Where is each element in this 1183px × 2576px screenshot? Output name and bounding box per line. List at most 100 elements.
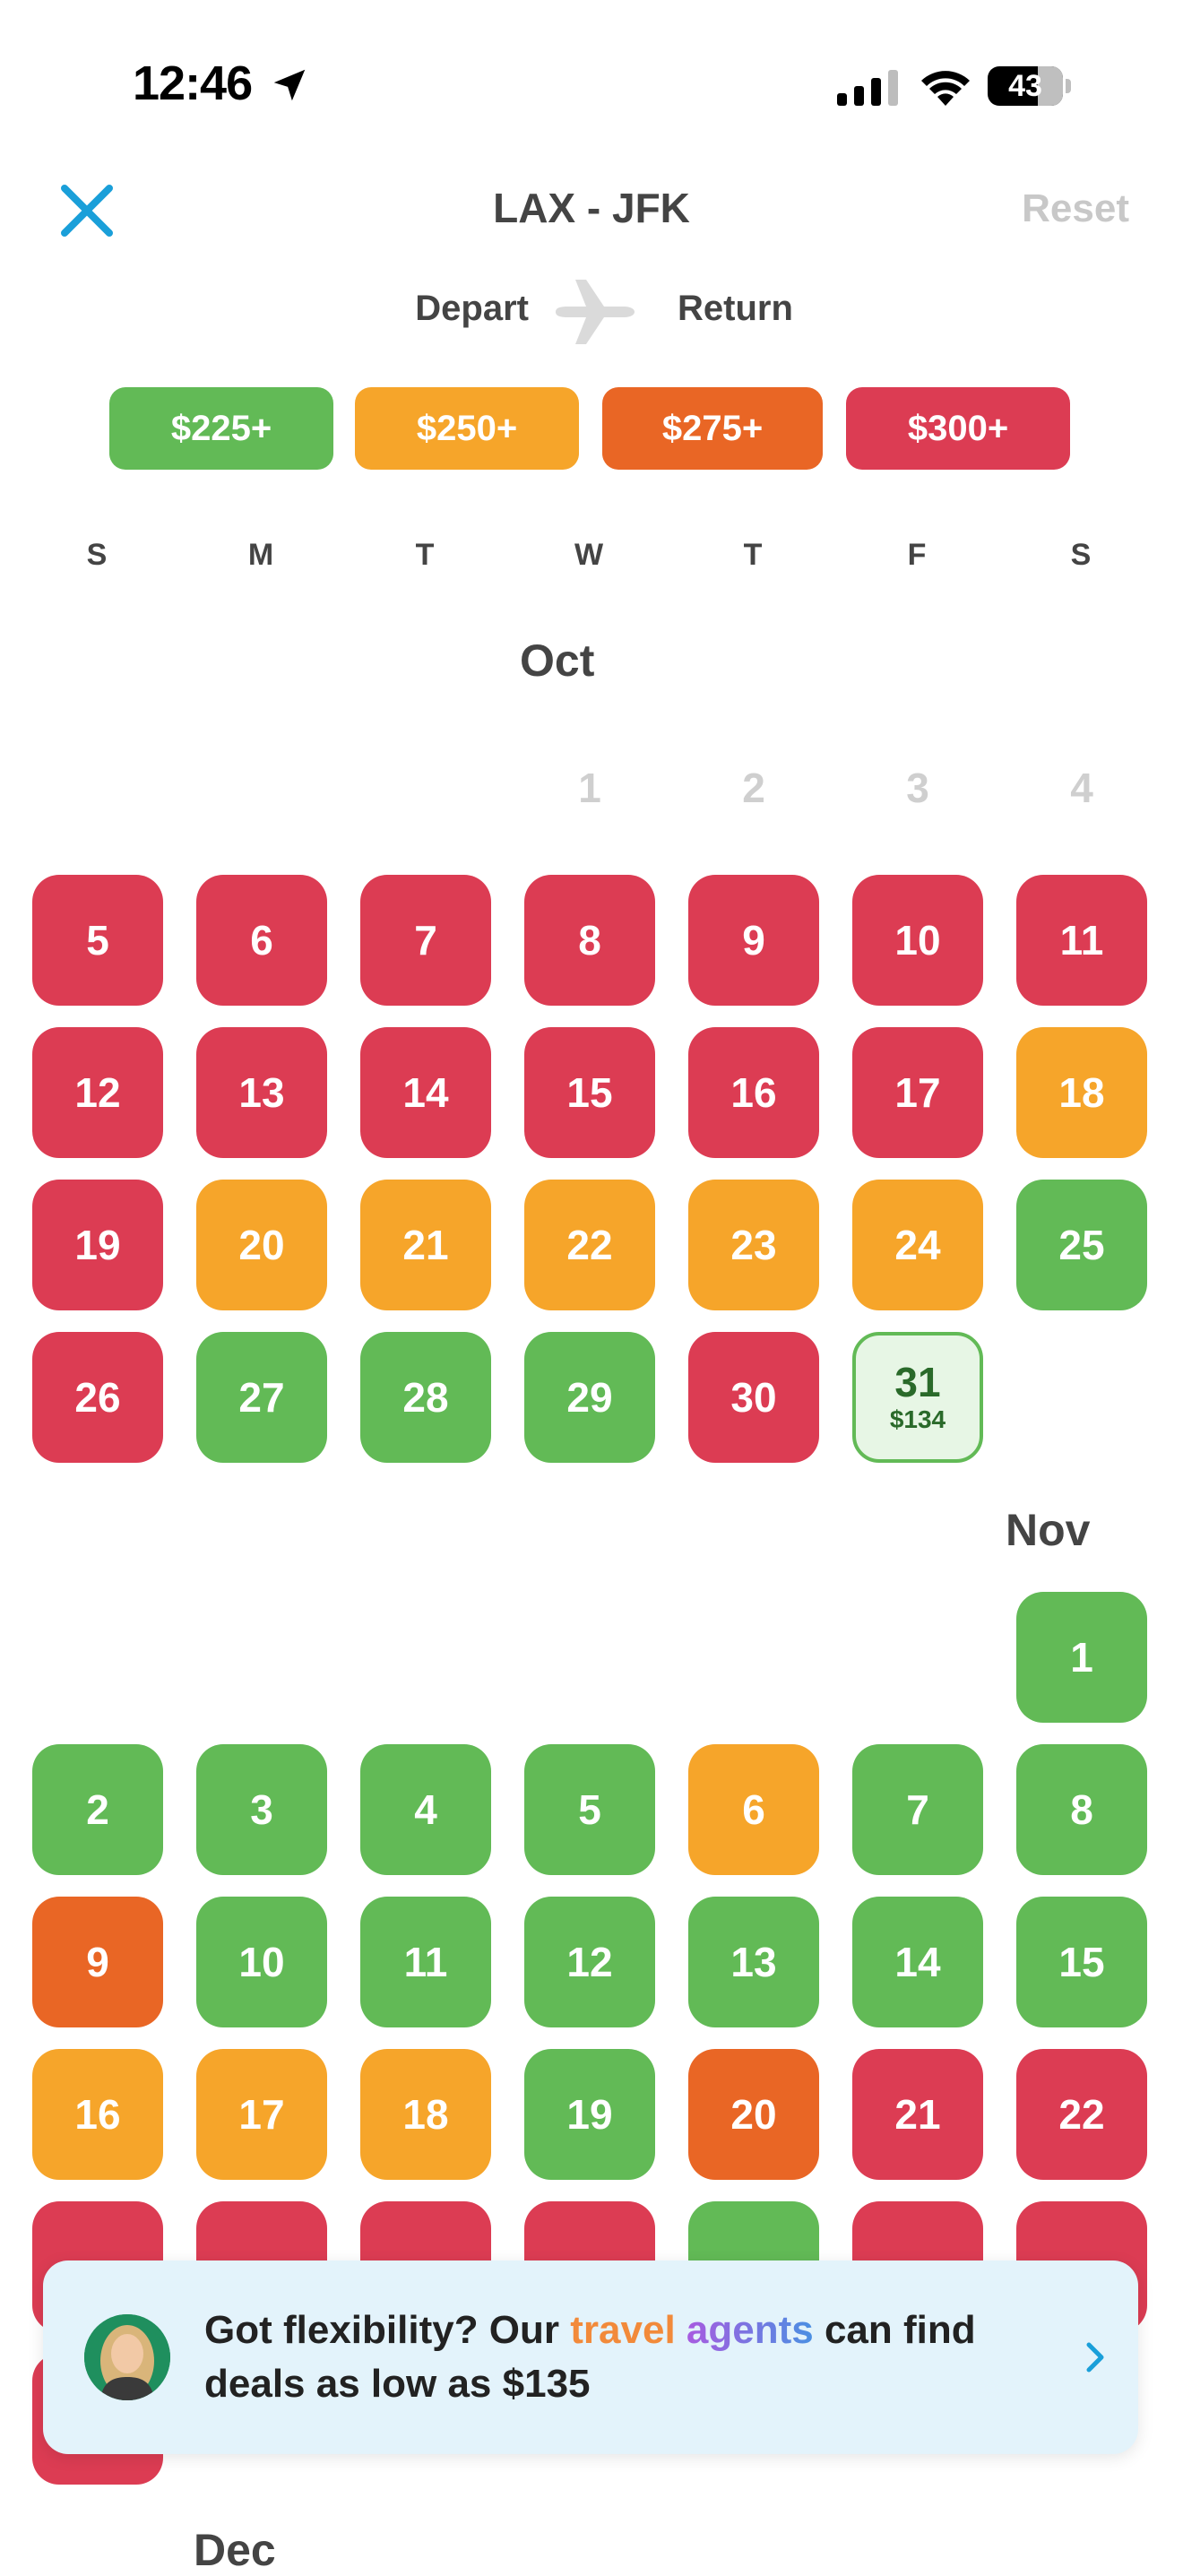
day-number: 18 [402,2091,449,2138]
day-number: 10 [238,1939,285,1985]
day-number: 8 [578,917,601,964]
day-cell-nov-17[interactable]: 17 [196,2049,327,2180]
day-number: 12 [74,1069,121,1116]
day-cell-oct-30[interactable]: 30 [688,1332,819,1463]
day-cell-nov-5[interactable]: 5 [524,1744,655,1875]
weekday-thu: T [743,538,763,572]
day-number: 5 [578,1786,601,1833]
day-cell-nov-9[interactable]: 9 [32,1897,163,2027]
banner-text: Got flexibility? Our travel agents can f… [204,2308,976,2406]
day-cell-nov-14[interactable]: 14 [852,1897,983,2027]
day-cell-oct-14[interactable]: 14 [360,1027,491,1158]
day-number: 20 [238,1222,285,1268]
day-number: 31 [894,1359,941,1405]
day-cell-oct-5[interactable]: 5 [32,875,163,1006]
day-cell-nov-7[interactable]: 7 [852,1744,983,1875]
day-cell-oct-20[interactable]: 20 [196,1180,327,1310]
day-cell-nov-21[interactable]: 21 [852,2049,983,2180]
day-number: 17 [894,1069,941,1116]
day-number: 3 [250,1786,273,1833]
weekday-wed: W [574,538,604,572]
day-number: 8 [1070,1786,1093,1833]
day-cell-nov-10[interactable]: 10 [196,1897,327,2027]
legend-300: $300+ [846,387,1070,470]
day-cell-nov-2[interactable]: 2 [32,1744,163,1875]
legend-225: $225+ [109,387,333,470]
day-number: 25 [1058,1222,1105,1268]
day-cell-oct-11[interactable]: 11 [1016,875,1147,1006]
day-cell-oct-23[interactable]: 23 [688,1180,819,1310]
day-cell-nov-11[interactable]: 11 [360,1897,491,2027]
day-cell-nov-8[interactable]: 8 [1016,1744,1147,1875]
day-cell-oct-1: 1 [524,722,655,853]
day-number: 14 [894,1939,941,1985]
day-cell-nov-6[interactable]: 6 [688,1744,819,1875]
day-number: 6 [250,917,273,964]
day-number: 13 [238,1069,285,1116]
day-cell-oct-26[interactable]: 26 [32,1332,163,1463]
day-cell-nov-16[interactable]: 16 [32,2049,163,2180]
day-number: 1 [578,765,601,811]
travel-agent-banner[interactable]: Got flexibility? Our travel agents can f… [43,2260,1138,2454]
day-cell-oct-31[interactable]: 31 $134 [852,1332,983,1463]
day-number: 27 [238,1374,285,1421]
day-cell-oct-19[interactable]: 19 [32,1180,163,1310]
day-number: 12 [566,1939,613,1985]
day-cell-nov-18[interactable]: 18 [360,2049,491,2180]
location-arrow-icon [273,69,306,101]
day-cell-nov-13[interactable]: 13 [688,1897,819,2027]
depart-label[interactable]: Depart [358,289,529,329]
day-cell-oct-18[interactable]: 18 [1016,1027,1147,1158]
day-cell-nov-4[interactable]: 4 [360,1744,491,1875]
day-number: 22 [1058,2091,1105,2138]
day-cell-nov-20[interactable]: 20 [688,2049,819,2180]
day-cell-nov-1[interactable]: 1 [1016,1592,1147,1723]
day-cell-oct-22[interactable]: 22 [524,1180,655,1310]
month-label-dec: Dec [194,2525,276,2575]
day-number: 19 [74,1222,121,1268]
day-number: 7 [414,917,437,964]
day-number: 21 [402,1222,449,1268]
day-cell-oct-13[interactable]: 13 [196,1027,327,1158]
day-price: $134 [889,1405,946,1433]
close-icon[interactable] [56,179,118,242]
day-cell-oct-27[interactable]: 27 [196,1332,327,1463]
status-time: 12:46 [133,56,253,110]
day-number: 28 [402,1374,449,1421]
day-cell-nov-19[interactable]: 19 [524,2049,655,2180]
weekday-mon: M [247,538,274,572]
day-cell-oct-25[interactable]: 25 [1016,1180,1147,1310]
day-cell-oct-10[interactable]: 10 [852,875,983,1006]
day-number: 13 [730,1939,777,1985]
day-number: 9 [86,1939,109,1985]
day-number: 24 [894,1222,941,1268]
day-cell-oct-21[interactable]: 21 [360,1180,491,1310]
day-cell-oct-28[interactable]: 28 [360,1332,491,1463]
day-cell-oct-24[interactable]: 24 [852,1180,983,1310]
month-label-oct: Oct [520,635,595,686]
day-number: 5 [86,917,109,964]
day-cell-nov-12[interactable]: 12 [524,1897,655,2027]
day-cell-oct-6[interactable]: 6 [196,875,327,1006]
day-cell-oct-17[interactable]: 17 [852,1027,983,1158]
day-cell-oct-7[interactable]: 7 [360,875,491,1006]
day-cell-oct-29[interactable]: 29 [524,1332,655,1463]
day-number: 6 [742,1786,765,1833]
day-cell-nov-15[interactable]: 15 [1016,1897,1147,2027]
day-number: 26 [74,1374,121,1421]
day-number: 3 [906,765,929,811]
day-number: 1 [1070,1634,1093,1681]
day-cell-oct-12[interactable]: 12 [32,1027,163,1158]
reset-button[interactable]: Reset [995,186,1129,231]
day-cell-nov-3[interactable]: 3 [196,1744,327,1875]
day-cell-oct-16[interactable]: 16 [688,1027,819,1158]
route-title: LAX - JFK [493,185,690,231]
day-number: 15 [1058,1939,1105,1985]
day-cell-nov-22[interactable]: 22 [1016,2049,1147,2180]
day-cell-oct-9[interactable]: 9 [688,875,819,1006]
return-label[interactable]: Return [678,289,875,329]
day-number: 22 [566,1222,613,1268]
day-cell-oct-8[interactable]: 8 [524,875,655,1006]
day-cell-oct-15[interactable]: 15 [524,1027,655,1158]
day-number: 9 [742,917,765,964]
